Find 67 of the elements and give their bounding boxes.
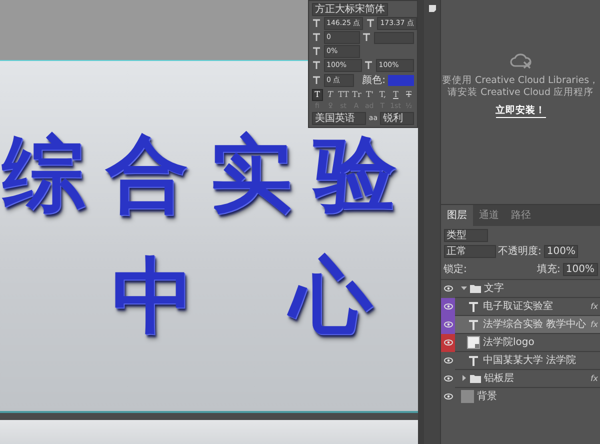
caret-icon[interactable] xyxy=(461,375,467,382)
layer-name: 电子取证实验室 xyxy=(483,300,554,314)
text-style-button[interactable]: T xyxy=(390,90,401,100)
fill-label: 填充: xyxy=(537,262,560,276)
font-size-icon xyxy=(312,18,321,28)
effects-label: fx xyxy=(590,372,598,384)
plate-character: 验 xyxy=(314,133,396,215)
text-layer-icon xyxy=(469,320,478,330)
libraries-message: 请安装 Creative Cloud 应用程序 xyxy=(447,87,594,100)
layer-name: 背景 xyxy=(477,390,498,404)
anti-alias-dropdown[interactable]: 锐利 xyxy=(380,112,414,125)
layer-row[interactable]: 中国某某大学 法学院 xyxy=(441,351,600,369)
tracking-field[interactable] xyxy=(374,32,414,44)
visibility-eye-icon[interactable] xyxy=(444,284,452,293)
language-dropdown[interactable]: 美国英语 xyxy=(312,112,366,125)
text-style-button[interactable]: Tr xyxy=(351,90,362,100)
layer-row[interactable]: 背景 xyxy=(441,387,600,405)
layer-name: 文字 xyxy=(484,282,505,296)
visibility-eye-icon[interactable] xyxy=(444,374,452,383)
caret-icon[interactable] xyxy=(461,285,467,292)
panel-tab[interactable]: 路径 xyxy=(505,205,537,226)
layer-thumbnail xyxy=(461,390,474,403)
effects-label: fx xyxy=(590,318,598,330)
layer-row[interactable]: 铝板层 fx xyxy=(441,369,600,387)
layer-row[interactable]: 法学院logo xyxy=(441,333,600,351)
layer-name: 法学综合实验 教学中心 xyxy=(483,318,588,332)
panel-tab[interactable]: 图层 xyxy=(441,205,473,226)
text-style-button[interactable]: T, xyxy=(377,90,388,100)
font-family-field[interactable]: 方正大标宋简体 xyxy=(312,3,388,16)
layer-name: 法学院logo xyxy=(483,336,536,350)
folder-icon xyxy=(470,284,481,293)
text-style-button[interactable]: T xyxy=(404,90,414,100)
lock-label: 锁定: xyxy=(444,262,467,276)
plate-character: 实 xyxy=(210,133,292,215)
layer-name: 铝板层 xyxy=(484,372,515,386)
opacity-label: 不透明度: xyxy=(498,244,542,259)
opacity-field[interactable]: 100% xyxy=(544,245,578,258)
cloud-icon xyxy=(508,51,532,70)
layer-row[interactable]: 文字 xyxy=(441,279,600,297)
blend-mode-dropdown[interactable]: 正常 xyxy=(444,245,496,258)
text-style-button[interactable]: TT xyxy=(338,90,349,100)
text-style-button[interactable]: T' xyxy=(364,90,375,100)
layer-name: 中国某某大学 法学院 xyxy=(483,354,578,368)
text-style-button[interactable]: T xyxy=(325,90,336,100)
visibility-eye-icon[interactable] xyxy=(444,320,452,329)
text-layer-icon xyxy=(469,302,478,312)
color-label: 颜色: xyxy=(362,74,386,88)
text-style-button[interactable]: T xyxy=(312,89,323,101)
layer-row[interactable]: 法学综合实验 教学中心 fx xyxy=(441,315,600,333)
color-swatch[interactable] xyxy=(388,75,414,86)
effects-label: fx xyxy=(590,300,598,312)
install-link[interactable]: 立即安装！ xyxy=(496,105,546,118)
panel-tab[interactable]: 通道 xyxy=(473,205,505,226)
libraries-message: 要使用 Creative Cloud Libraries， xyxy=(442,75,600,87)
visibility-eye-icon[interactable] xyxy=(444,392,452,401)
text-layer-icon xyxy=(469,356,478,366)
image-thumbnail xyxy=(467,336,480,349)
plate-character: 综 xyxy=(2,133,84,215)
visibility-eye-icon[interactable] xyxy=(444,338,452,347)
folder-icon xyxy=(470,374,481,383)
panel-icon[interactable] xyxy=(428,4,436,13)
plate-character: 合 xyxy=(106,133,188,215)
visibility-eye-icon[interactable] xyxy=(444,356,452,365)
fill-field[interactable]: 100% xyxy=(562,262,598,276)
plate-character: 中 xyxy=(112,255,194,337)
filter-dropdown[interactable]: 类型 xyxy=(444,228,488,242)
visibility-eye-icon[interactable] xyxy=(444,302,452,311)
